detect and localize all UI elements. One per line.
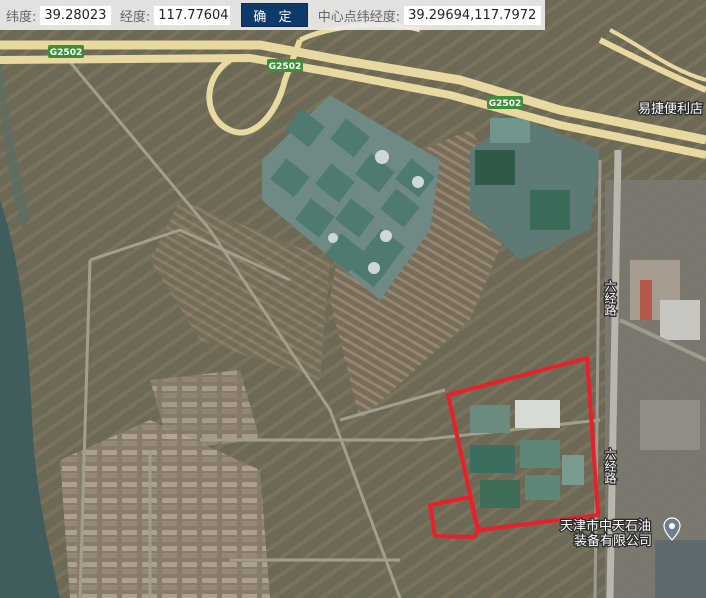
svg-text:G2502: G2502 xyxy=(50,48,82,58)
confirm-button[interactable]: 确 定 xyxy=(241,3,308,27)
road-label-liujing: 六经路 xyxy=(603,280,617,317)
road-shield-1: G2502 xyxy=(48,45,84,58)
road-shield-3: G2502 xyxy=(487,96,523,109)
red-roof xyxy=(640,280,652,320)
longitude-input[interactable]: 117.77604 xyxy=(153,4,232,26)
road-label-liujing-2: 六经路 xyxy=(603,448,617,485)
longitude-label: 经度: xyxy=(119,9,151,25)
road-shield-2: G2502 xyxy=(267,59,303,72)
factory-block-2 xyxy=(640,400,700,450)
factory-roof xyxy=(660,300,700,340)
coordinate-toolbar: 纬度: 39.28023 经度: 117.77604 确 定 中心点纬经度: 3… xyxy=(0,0,545,30)
latitude-label: 纬度: xyxy=(6,9,37,25)
latitude-input[interactable]: 39.28023 xyxy=(39,4,112,26)
poi-label-convenience-store[interactable]: 易捷便利店 xyxy=(637,101,705,119)
warehouse-roof xyxy=(655,540,706,598)
svg-text:G2502: G2502 xyxy=(489,99,521,109)
satellite-map[interactable]: G2502 G2502 G2502 六经路 六经路 易捷便利店 天津市中天石油 … xyxy=(0,0,706,598)
svg-text:G2502: G2502 xyxy=(269,62,301,72)
poi-label-company-line2[interactable]: 装备有限公司 xyxy=(573,532,654,551)
poi-label-company-line1[interactable]: 天津市中天石油 xyxy=(559,517,653,536)
center-coordinate-label: 中心点纬经度: xyxy=(317,9,401,25)
center-coordinate-value: 39.29694,117.7972 xyxy=(403,4,542,26)
